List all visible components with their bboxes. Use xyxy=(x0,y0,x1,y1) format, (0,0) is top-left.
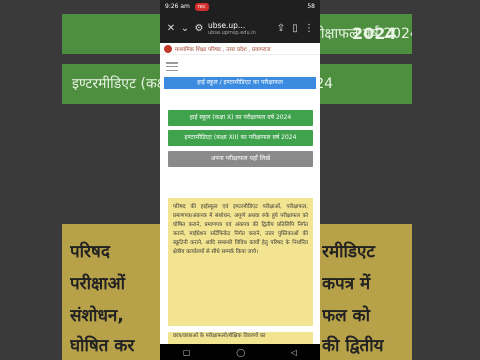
background-right-line-4: की द्वितीय xyxy=(322,336,384,356)
find-result-button[interactable]: अपना परीक्षाफल यहाँ लिखें xyxy=(168,151,313,167)
bookmark-icon[interactable]: ▯ xyxy=(288,21,302,35)
recording-badge: rec xyxy=(194,3,209,11)
share-icon[interactable]: ⇪ xyxy=(274,21,288,35)
site-settings-icon[interactable]: ⚙ xyxy=(192,21,206,35)
background-right-line-1: रमीडिएट xyxy=(322,242,375,262)
more-vert-icon[interactable]: ⋮ xyxy=(302,21,316,35)
notice-second-box: छात्र/छात्राओं के परीक्षाफलों/शैक्षिक वि… xyxy=(168,332,313,344)
background-left-line-3: संशोधन, xyxy=(70,306,124,326)
status-bar: 9:26 am rec 58 xyxy=(160,0,320,13)
home-icon[interactable]: ◯ xyxy=(236,348,245,357)
page-title: हाई स्कूल / इण्टरमीडिएट का परीक्षाफल xyxy=(164,77,316,89)
phone-screen: 9:26 am rec 58 ✕ ⌄ ⚙ ubse.up... ubse.upm… xyxy=(160,0,320,360)
background-year-label: 2024 xyxy=(352,24,397,43)
close-icon[interactable]: ✕ xyxy=(164,21,178,35)
status-left: 9:26 am rec xyxy=(165,0,209,13)
intermediate-result-button[interactable]: इण्टरमीडिएट (कक्षा XII) का परीक्षाफल वर्… xyxy=(168,130,313,146)
battery-indicator: 58 xyxy=(307,3,315,10)
site-header: माध्यमिक शिक्षा परिषद , उत्तर प्रदेश , प… xyxy=(160,43,320,55)
url-text: ubse.up... xyxy=(208,20,246,30)
background-right-line-3: फल को xyxy=(322,306,371,326)
browser-toolbar: ✕ ⌄ ⚙ ubse.up... ubse.upmsp.edu.in ⇪ ▯ ⋮ xyxy=(160,13,320,43)
notice-box: परिषद की हाईस्कूल एवं इण्टरमीडिएट परीक्ष… xyxy=(168,198,313,326)
background-right-line-2: कपत्र में xyxy=(322,274,371,294)
chevron-down-icon[interactable]: ⌄ xyxy=(178,21,192,35)
background-left-line-2: परीक्षाओं xyxy=(70,274,125,294)
url-subtext: ubse.upmsp.edu.in xyxy=(208,29,256,36)
back-icon[interactable]: ◁ xyxy=(291,348,297,357)
android-nav-bar: ▢ ◯ ◁ xyxy=(160,344,320,360)
hamburger-menu-icon[interactable] xyxy=(166,62,178,71)
recents-icon[interactable]: ▢ xyxy=(183,348,191,357)
status-time: 9:26 am xyxy=(165,3,190,10)
highschool-result-button[interactable]: हाई स्कूल (कक्षा X) का परीक्षाफल वर्ष 20… xyxy=(168,110,313,126)
background-left-line-4: घोषित कर xyxy=(70,336,135,356)
url-box[interactable]: ubse.up... ubse.upmsp.edu.in xyxy=(206,21,274,36)
site-title: माध्यमिक शिक्षा परिषद , उत्तर प्रदेश , प… xyxy=(175,46,271,53)
background-left-line-1: परिषद xyxy=(70,242,110,262)
board-logo-icon xyxy=(164,44,172,53)
